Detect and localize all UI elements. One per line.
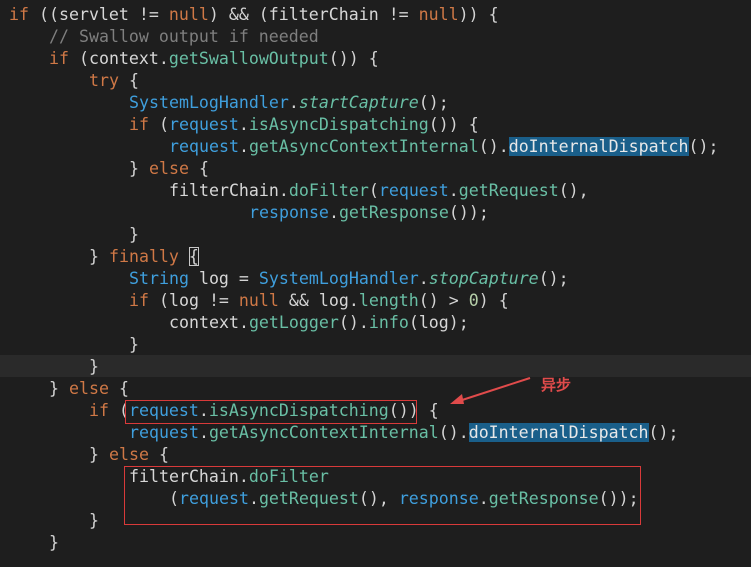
code-line: if ((servlet != null) && (filterChain !=… — [9, 5, 499, 24]
code-line: if (log != null && log.length() > 0) { — [129, 291, 509, 310]
arrow-icon — [450, 377, 531, 404]
code-line: filterChain.doFilter — [129, 467, 329, 486]
code-line: } else { — [89, 445, 169, 464]
code-line: } — [129, 225, 139, 244]
code-line: try { — [89, 71, 139, 90]
code-line: filterChain.doFilter(request.getRequest(… — [169, 181, 589, 200]
code-line: context.getLogger().info(log); — [169, 313, 469, 332]
code-line: } — [49, 533, 59, 552]
code-line: request.getAsyncContextInternal().doInte… — [169, 137, 719, 156]
annotation-label: 异步 — [541, 376, 572, 394]
code-line: } — [129, 335, 139, 354]
code-comment: // Swallow output if needed — [49, 27, 319, 46]
code-line: request.getAsyncContextInternal().doInte… — [129, 423, 679, 442]
code-line: } — [89, 511, 99, 530]
code-line: (request.getRequest(), response.getRespo… — [169, 489, 639, 508]
current-line-highlight — [0, 355, 751, 377]
matched-brace: { — [188, 247, 199, 266]
code-line: SystemLogHandler.startCapture(); — [129, 93, 449, 112]
code-line: if (request.isAsyncDispatching()) { — [129, 115, 479, 134]
code-line: if (context.getSwallowOutput()) { — [49, 49, 379, 68]
code-editor[interactable]: if ((servlet != null) && (filterChain !=… — [0, 0, 751, 567]
code-line: response.getResponse()); — [249, 203, 489, 222]
code-line: String log = SystemLogHandler.stopCaptur… — [129, 269, 569, 288]
code-line: } finally { — [89, 247, 199, 266]
selected-text: doInternalDispatch — [508, 137, 689, 156]
code-line: } else { — [129, 159, 209, 178]
selected-text: doInternalDispatch — [468, 423, 649, 442]
code-line: } — [89, 357, 99, 376]
code-line: if (request.isAsyncDispatching()) { — [89, 401, 439, 420]
code-line: } else { — [49, 379, 129, 398]
